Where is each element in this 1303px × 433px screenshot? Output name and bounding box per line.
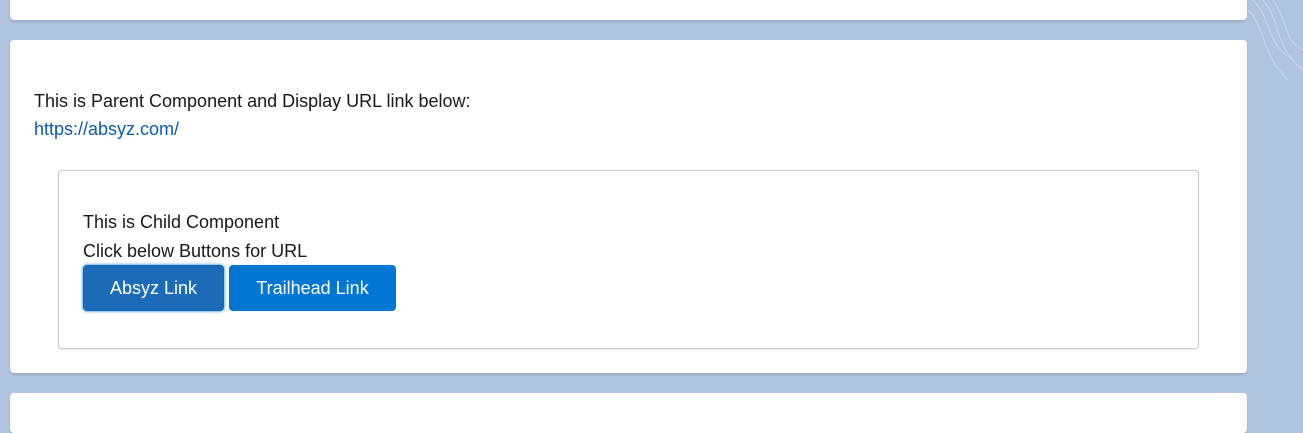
background-texture	[1247, 0, 1303, 81]
trailhead-link-button[interactable]: Trailhead Link	[229, 265, 396, 311]
child-component-card: This is Child Component Click below Butt…	[58, 170, 1199, 349]
child-title: This is Child Component	[83, 212, 280, 232]
absyz-url-link[interactable]: https://absyz.com/	[34, 115, 179, 143]
parent-description: This is Parent Component and Display URL…	[34, 91, 471, 111]
top-card	[10, 0, 1247, 20]
child-instruction: Click below Buttons for URL	[83, 241, 308, 261]
bottom-card	[10, 393, 1247, 433]
parent-component-card: This is Parent Component and Display URL…	[10, 40, 1247, 373]
absyz-link-button[interactable]: Absyz Link	[83, 265, 224, 311]
